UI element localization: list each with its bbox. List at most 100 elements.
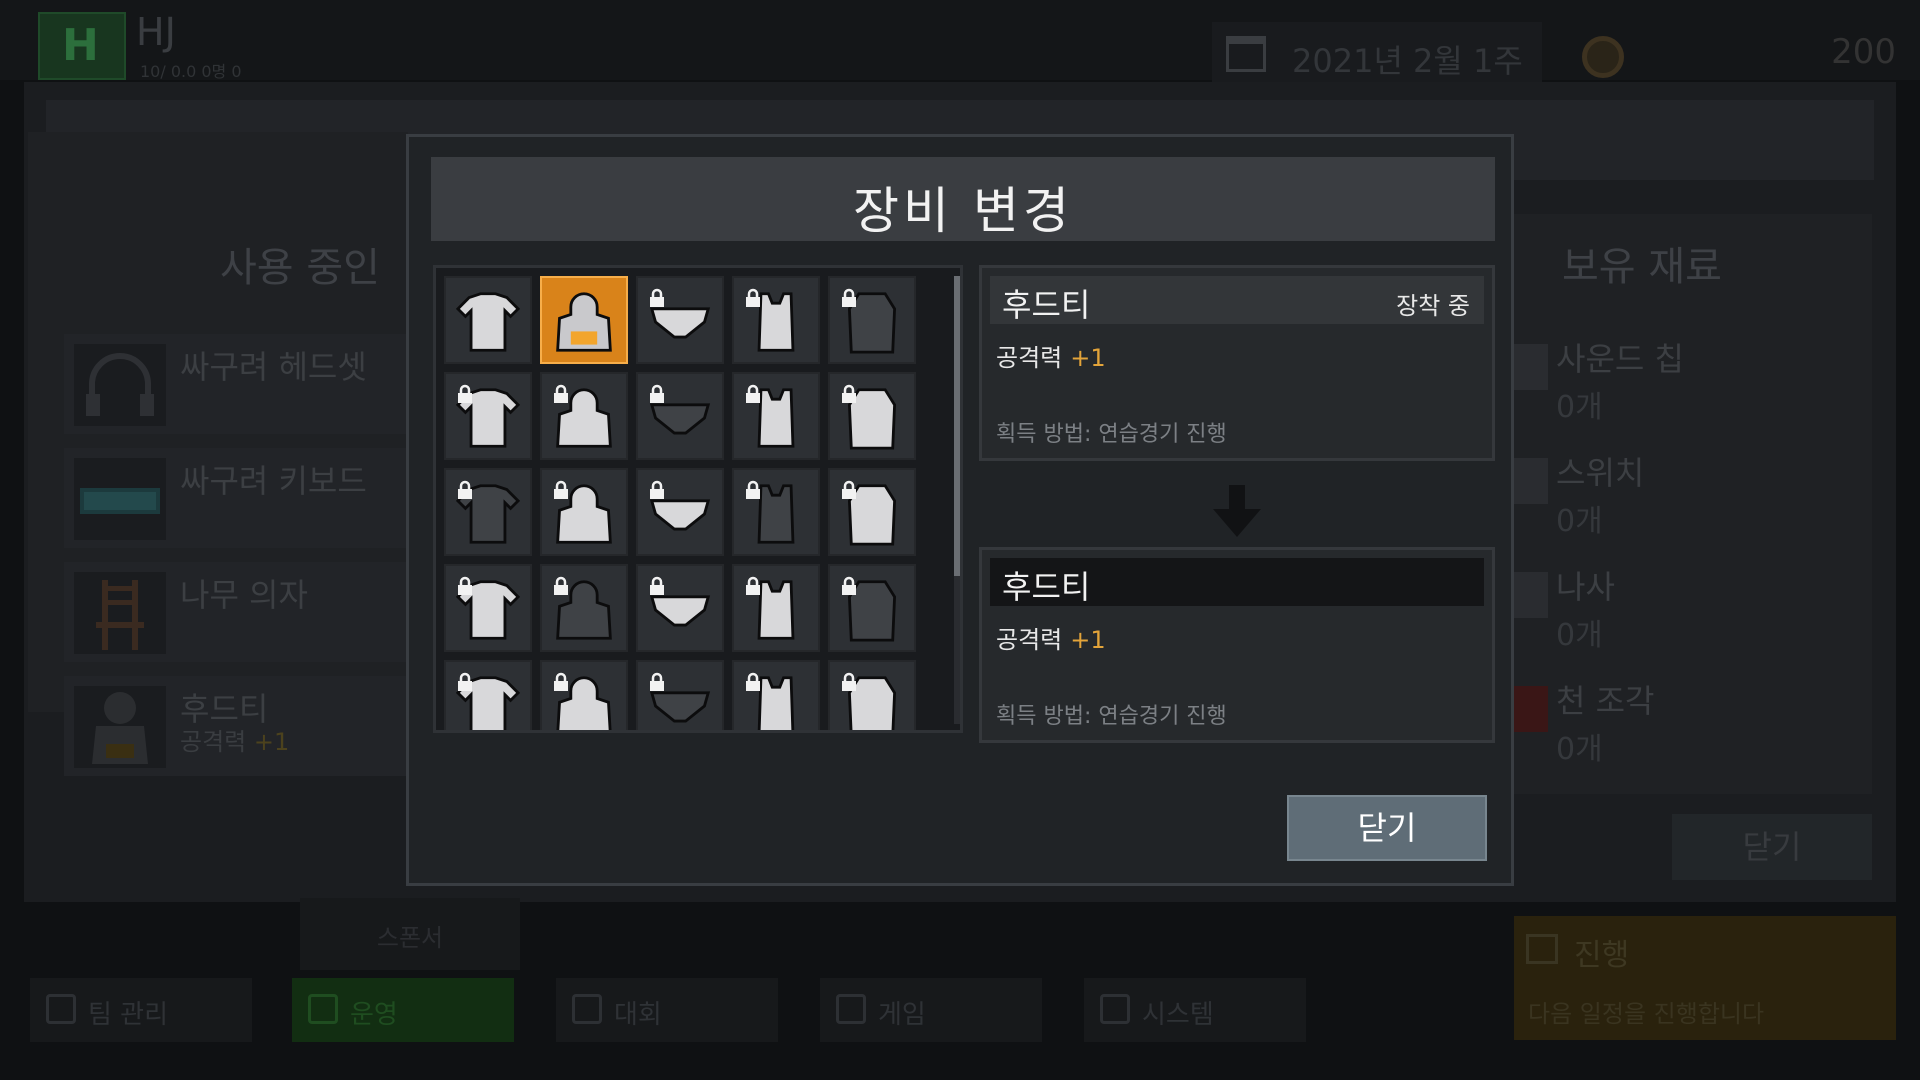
equipment-slot[interactable]	[636, 564, 724, 652]
lock-icon	[746, 480, 760, 499]
equipment-slot[interactable]	[732, 468, 820, 556]
equipment-slot[interactable]	[444, 660, 532, 730]
close-button[interactable]: 닫기	[1287, 795, 1487, 861]
equipment-slot[interactable]	[732, 276, 820, 364]
sponsor-tab: 스폰서	[300, 898, 520, 970]
preview-item-stat: 공격력 +1	[996, 626, 1106, 654]
current-item-name: 후드티	[1002, 286, 1091, 324]
lock-icon	[650, 384, 664, 403]
equipment-slot[interactable]	[828, 468, 916, 556]
equipment-slot[interactable]	[540, 372, 628, 460]
preview-item-acquire: 획득 방법: 연습경기 진행	[996, 704, 1227, 729]
screw-icon	[1512, 572, 1548, 618]
team-logo: H	[38, 12, 126, 80]
clipboard-icon	[308, 994, 338, 1024]
arrow-down-icon	[1213, 485, 1261, 537]
equipment-slot[interactable]	[444, 276, 532, 364]
change-equipment-dialog: 장비 변경 후드티 장착 중 공격력 +1 획득 방법: 연습경기 진행 후드티 …	[406, 134, 1514, 886]
equipment-grid	[444, 276, 934, 730]
equipment-slot[interactable]	[828, 276, 916, 364]
materials-heading: 보유 재료	[1562, 244, 1722, 290]
lock-icon	[458, 576, 472, 595]
top-bar: H HJ 10/ 0.0 0명 0 2021년 2월 1주차 200	[0, 0, 1920, 126]
lock-icon	[554, 672, 568, 691]
nav-team-management: 팀 관리	[30, 978, 252, 1042]
equipment-slot[interactable]	[540, 276, 628, 364]
preview-item-header: 후드티	[990, 558, 1484, 606]
current-item-acquire: 획득 방법: 연습경기 진행	[996, 422, 1227, 447]
equipment-slot[interactable]	[540, 468, 628, 556]
equipment-slot[interactable]	[732, 564, 820, 652]
dialog-header: 장비 변경	[431, 157, 1495, 241]
lock-icon	[650, 288, 664, 307]
lock-icon	[842, 384, 856, 403]
lock-icon	[746, 384, 760, 403]
equipment-slot[interactable]	[444, 468, 532, 556]
preview-item-name: 후드티	[1002, 568, 1091, 606]
lock-icon	[458, 672, 472, 691]
equipment-slot[interactable]	[636, 276, 724, 364]
lock-icon	[842, 672, 856, 691]
equipped-slot-keyboard[interactable]: 싸구려 키보드	[64, 448, 420, 548]
lock-icon	[458, 384, 472, 403]
chair-icon	[74, 572, 166, 654]
lock-icon	[842, 480, 856, 499]
equipment-slot[interactable]	[636, 660, 724, 730]
hoodie-icon	[74, 686, 166, 768]
current-item-header: 후드티 장착 중	[990, 276, 1484, 324]
sound-chip-icon	[1512, 344, 1548, 390]
equipped-slot-hoodie[interactable]: 후드티 공격력 +1	[64, 676, 420, 776]
team-name: HJ	[136, 10, 176, 54]
lock-icon	[554, 576, 568, 595]
equipment-slot[interactable]	[444, 372, 532, 460]
lock-icon	[746, 288, 760, 307]
nav-game: 게임	[820, 978, 1042, 1042]
lock-icon	[746, 576, 760, 595]
scrollbar-thumb[interactable]	[954, 276, 960, 576]
lock-icon	[554, 480, 568, 499]
trophy-icon	[572, 994, 602, 1024]
equipped-slot-headset[interactable]: 싸구려 헤드셋	[64, 334, 420, 434]
equipment-slot[interactable]	[636, 468, 724, 556]
equipment-grid-panel[interactable]	[433, 265, 963, 733]
lock-icon	[458, 480, 472, 499]
background-close-button: 닫기	[1672, 814, 1872, 880]
calendar-icon	[1526, 934, 1558, 964]
calendar-icon	[1226, 36, 1266, 72]
equipped-heading: 사용 중인	[220, 245, 380, 291]
lock-icon	[842, 288, 856, 307]
current-item-stat: 공격력 +1	[996, 344, 1106, 372]
lock-icon	[554, 384, 568, 403]
equipment-slot[interactable]	[636, 372, 724, 460]
lock-icon	[650, 672, 664, 691]
money-amount: 200	[1831, 32, 1896, 72]
lock-icon	[842, 576, 856, 595]
gamepad-icon	[836, 994, 866, 1024]
equipped-status: 장착 중	[1396, 292, 1470, 320]
switch-icon	[1512, 458, 1548, 504]
lock-icon	[746, 672, 760, 691]
lock-icon	[650, 480, 664, 499]
nav-system: 시스템	[1084, 978, 1306, 1042]
equipment-slot[interactable]	[828, 660, 916, 730]
equipment-slot[interactable]	[828, 564, 916, 652]
cloth-icon	[1512, 686, 1548, 732]
headset-icon	[74, 344, 166, 426]
equipment-slot[interactable]	[828, 372, 916, 460]
coin-icon	[1582, 36, 1624, 78]
equipment-slot[interactable]	[444, 564, 532, 652]
lock-icon	[650, 576, 664, 595]
equipment-slot[interactable]	[732, 372, 820, 460]
equipment-slot[interactable]	[732, 660, 820, 730]
shield-icon	[46, 994, 76, 1024]
nav-tournament: 대회	[556, 978, 778, 1042]
current-item-panel: 후드티 장착 중 공격력 +1 획득 방법: 연습경기 진행	[979, 265, 1495, 461]
jersey-icon	[456, 292, 520, 352]
hoodie-icon	[556, 292, 612, 352]
equipment-slot[interactable]	[540, 660, 628, 730]
equipment-slot[interactable]	[540, 564, 628, 652]
progress-button: 진행 다음 일정을 진행합니다	[1514, 916, 1896, 1040]
date-display: 2021년 2월 1주차	[1212, 22, 1542, 126]
gear-icon	[1100, 994, 1130, 1024]
equipped-slot-chair[interactable]: 나무 의자	[64, 562, 420, 662]
